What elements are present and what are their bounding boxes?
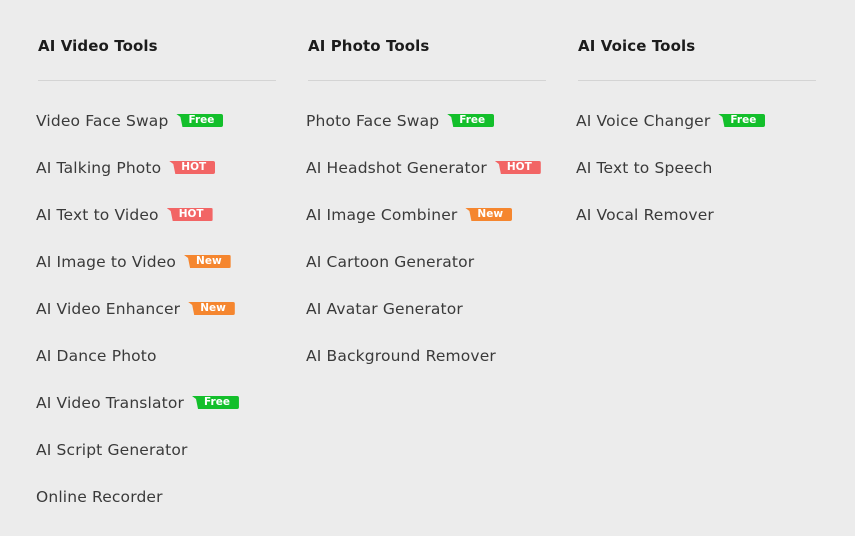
menu-item-label: AI Image Combiner — [306, 205, 458, 224]
menu-item-video-face-swap[interactable]: Video Face Swap Free — [36, 103, 239, 150]
free-badge: Free — [718, 114, 766, 127]
divider — [38, 80, 276, 81]
menu-item-ai-image-combiner[interactable]: AI Image Combiner New — [306, 197, 541, 244]
new-badge: New — [188, 302, 235, 315]
menu-item-label: AI Voice Changer — [576, 111, 711, 130]
hot-badge: HOT — [494, 161, 541, 174]
new-badge: New — [184, 255, 231, 268]
tool-list: Photo Face Swap Free AI Headshot Generat… — [306, 103, 541, 385]
menu-item-label: AI Image to Video — [36, 252, 177, 271]
menu-item-label: AI Text to Video — [36, 205, 159, 224]
menu-item-online-recorder[interactable]: Online Recorder — [36, 479, 239, 526]
menu-item-label: AI Background Remover — [306, 346, 496, 365]
menu-item-ai-avatar-generator[interactable]: AI Avatar Generator — [306, 291, 541, 338]
hot-badge: HOT — [169, 161, 216, 174]
hot-badge: HOT — [166, 208, 213, 221]
menu-item-ai-dance-photo[interactable]: AI Dance Photo — [36, 338, 239, 385]
free-badge: Free — [447, 114, 495, 127]
menu-item-ai-background-remover[interactable]: AI Background Remover — [306, 338, 541, 385]
tool-list: AI Voice Changer Free AI Text to Speech … — [576, 103, 766, 244]
column-title: AI Voice Tools — [578, 37, 696, 55]
free-badge: Free — [192, 396, 239, 409]
menu-item-ai-cartoon-generator[interactable]: AI Cartoon Generator — [306, 244, 541, 291]
menu-item-ai-script-generator[interactable]: AI Script Generator — [36, 432, 239, 479]
menu-item-label: Video Face Swap — [36, 111, 169, 130]
menu-item-ai-talking-photo[interactable]: AI Talking Photo HOT — [36, 150, 239, 197]
divider — [308, 80, 546, 81]
menu-item-ai-image-to-video[interactable]: AI Image to Video New — [36, 244, 239, 291]
menu-item-label: AI Cartoon Generator — [306, 252, 475, 271]
column-title: AI Video Tools — [38, 37, 158, 55]
menu-item-label: AI Avatar Generator — [306, 299, 463, 318]
menu-item-ai-video-translator[interactable]: AI Video Translator Free — [36, 385, 239, 432]
column-title: AI Photo Tools — [308, 37, 430, 55]
menu-item-ai-text-to-video[interactable]: AI Text to Video HOT — [36, 197, 239, 244]
menu-item-label: AI Headshot Generator — [306, 158, 487, 177]
menu-item-label: Photo Face Swap — [306, 111, 440, 130]
free-badge: Free — [176, 114, 224, 127]
menu-item-label: AI Text to Speech — [576, 158, 713, 177]
divider — [578, 80, 816, 81]
menu-item-label: AI Script Generator — [36, 440, 188, 459]
menu-item-photo-face-swap[interactable]: Photo Face Swap Free — [306, 103, 541, 150]
tools-mega-menu: AI Video Tools Video Face Swap Free AI T… — [0, 0, 855, 536]
menu-item-ai-voice-changer[interactable]: AI Voice Changer Free — [576, 103, 766, 150]
menu-item-label: Online Recorder — [36, 487, 163, 506]
menu-item-ai-vocal-remover[interactable]: AI Vocal Remover — [576, 197, 765, 244]
menu-item-ai-video-enhancer[interactable]: AI Video Enhancer New — [36, 291, 239, 338]
menu-item-ai-headshot-generator[interactable]: AI Headshot Generator HOT — [306, 150, 541, 197]
menu-item-label: AI Dance Photo — [36, 346, 157, 365]
tool-list: Video Face Swap Free AI Talking Photo HO… — [36, 103, 239, 526]
menu-item-label: AI Video Enhancer — [36, 299, 181, 318]
menu-item-label: AI Talking Photo — [36, 158, 162, 177]
menu-item-ai-text-to-speech[interactable]: AI Text to Speech — [576, 150, 765, 197]
menu-item-label: AI Vocal Remover — [576, 205, 714, 224]
new-badge: New — [465, 208, 513, 221]
menu-item-label: AI Video Translator — [36, 393, 185, 412]
